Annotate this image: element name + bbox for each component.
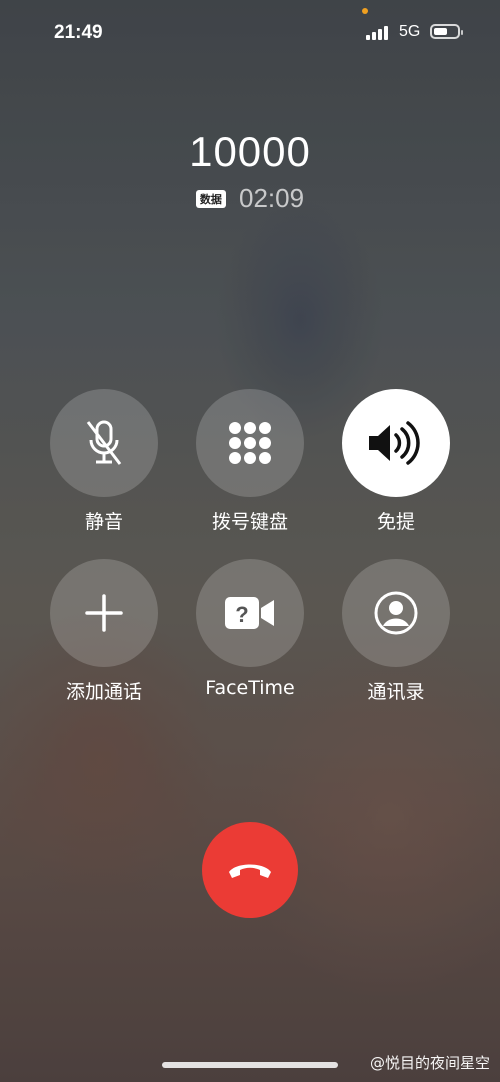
call-number: 10000	[189, 128, 311, 175]
network-type: 5G	[399, 23, 421, 40]
battery-icon	[430, 24, 463, 39]
speaker-label: 免提	[376, 511, 415, 533]
contacts-icon	[374, 591, 418, 635]
home-indicator[interactable]	[162, 1062, 338, 1068]
mic-in-use-indicator	[362, 8, 368, 14]
end-call-button[interactable]	[202, 822, 298, 918]
facetime-label: FaceTime	[205, 677, 295, 699]
contacts-label: 通讯录	[367, 681, 425, 703]
facetime-icon: ?	[225, 597, 274, 629]
add-call-label: 添加通话	[65, 681, 142, 703]
keypad-label: 拨号键盘	[211, 511, 288, 533]
status-time: 21:49	[54, 22, 103, 43]
keypad-icon	[229, 422, 271, 464]
mic-off-icon	[86, 420, 122, 465]
watermark-text: @悦目的夜间星空	[369, 1054, 490, 1072]
speaker-icon	[369, 421, 420, 465]
signal-strength-icon	[366, 24, 394, 40]
mute-label: 静音	[84, 511, 123, 533]
facetime-button[interactable]: ?	[196, 559, 304, 667]
add-call-button[interactable]	[50, 559, 158, 667]
data-badge: 数据	[195, 189, 226, 208]
status-bar: 21:49 5G	[0, 0, 500, 62]
keypad-button[interactable]	[196, 389, 304, 497]
end-call-icon	[229, 864, 271, 878]
speaker-button[interactable]	[342, 389, 450, 497]
svg-text:?: ?	[235, 602, 248, 627]
mute-button[interactable]	[50, 389, 158, 497]
plus-icon	[85, 594, 123, 632]
contacts-button[interactable]	[342, 559, 450, 667]
call-subtitle: 数据 02:09	[0, 183, 500, 214]
call-duration: 02:09	[239, 183, 305, 213]
